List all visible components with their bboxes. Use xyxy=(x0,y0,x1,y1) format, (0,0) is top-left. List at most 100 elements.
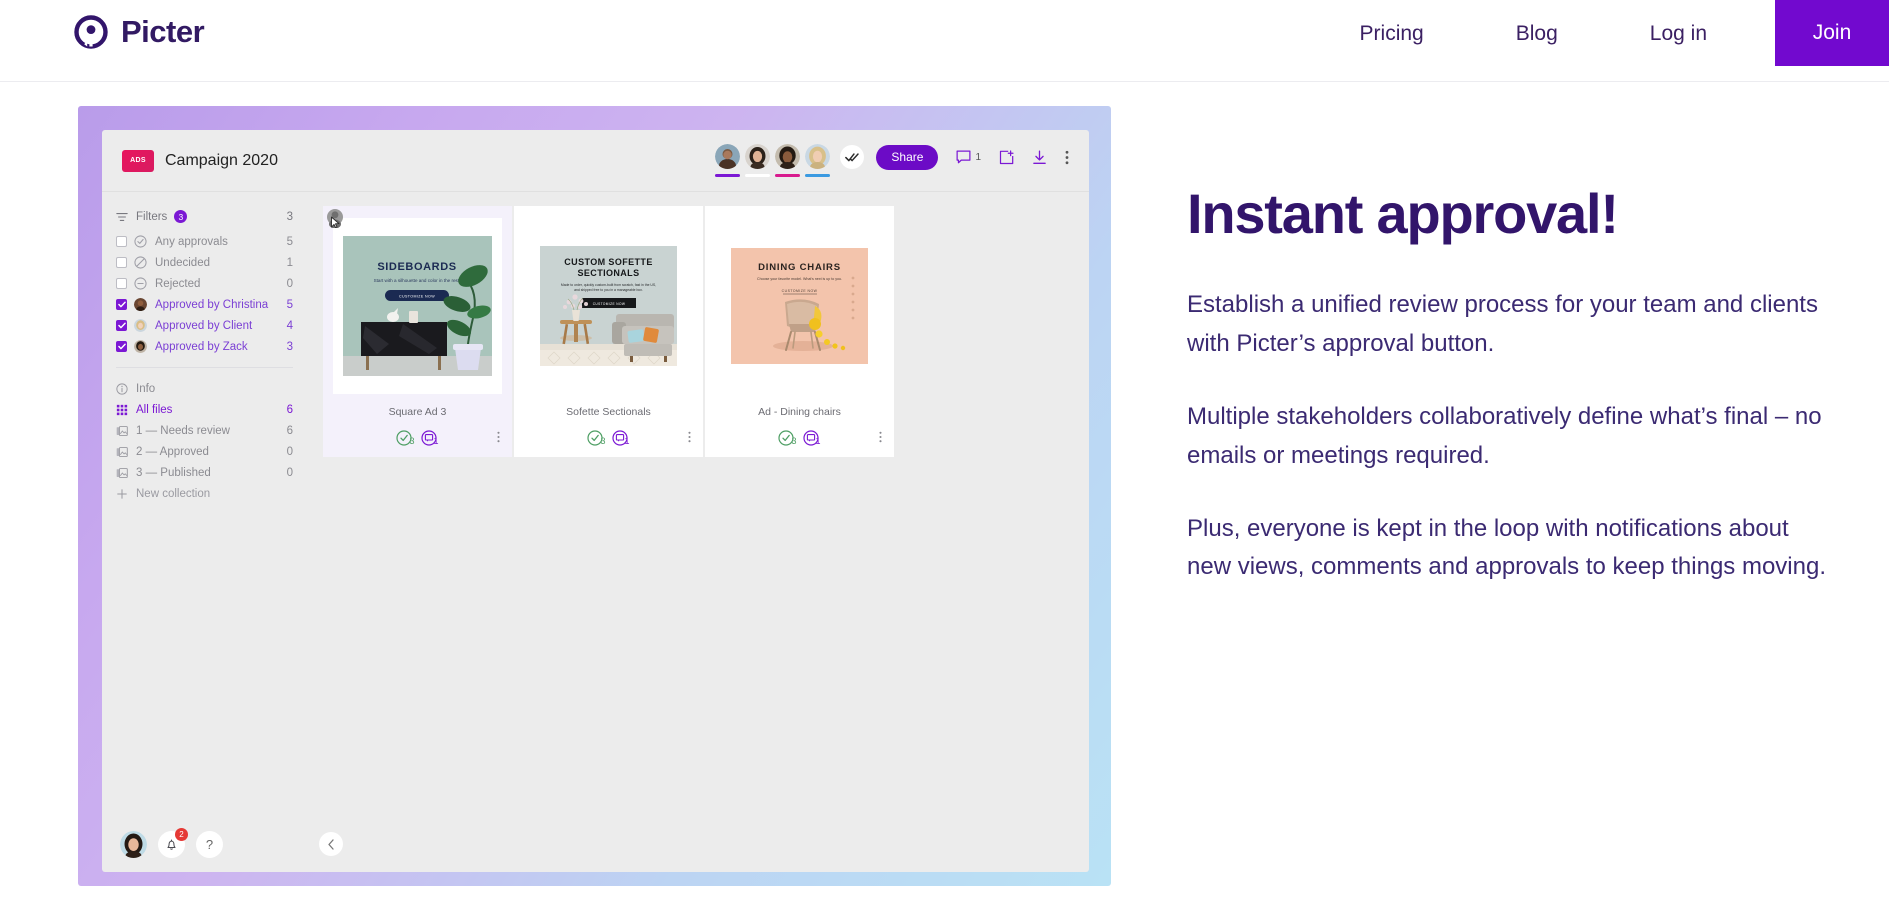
filters-header[interactable]: Filters 3 3 xyxy=(116,206,293,227)
check-icon xyxy=(117,301,126,308)
check-icon xyxy=(117,343,126,350)
cursor-icon xyxy=(327,209,343,228)
approve-all-button[interactable] xyxy=(840,145,865,169)
asset-card[interactable]: DINING CHAIRS Choose your favorite model… xyxy=(705,206,894,457)
collaborator-avatar-1[interactable] xyxy=(715,144,741,177)
approval-status[interactable]: 3 xyxy=(778,430,797,446)
picter-circle-logo-icon xyxy=(74,15,108,49)
collaborator-avatar-2[interactable] xyxy=(745,144,771,177)
filters-badge: 3 xyxy=(174,210,188,223)
filter-approved-by-client[interactable]: Approved by Client 4 xyxy=(116,315,293,336)
nav-link-pricing[interactable]: Pricing xyxy=(1360,0,1424,68)
sidebar-divider xyxy=(116,367,293,368)
check-circle-icon xyxy=(134,235,147,248)
feature-paragraph-3: Plus, everyone is kept in the loop with … xyxy=(1187,514,1826,581)
collection-label: 3 — Published xyxy=(136,466,211,479)
filter-undecided[interactable]: Undecided 1 xyxy=(116,252,293,273)
comment-count: 1 xyxy=(815,436,821,446)
collaborator-avatar-4[interactable] xyxy=(805,144,831,177)
info-icon xyxy=(116,382,128,395)
card-more-button[interactable] xyxy=(497,430,500,449)
minus-circle-icon xyxy=(134,277,147,290)
asset-caption: Square Ad 3 xyxy=(388,406,447,418)
filter-label: Approved by Christina xyxy=(155,298,269,311)
svg-text:and shipped free to you in a m: and shipped free to you in a manageable … xyxy=(574,288,643,292)
approval-status[interactable]: 3 xyxy=(587,430,606,446)
bell-icon xyxy=(167,839,176,850)
collection-icon xyxy=(116,425,128,436)
approval-count: 3 xyxy=(791,436,797,446)
checkbox-checked[interactable] xyxy=(116,320,127,331)
project-title: Campaign 2020 xyxy=(165,151,278,169)
filter-label: Approved by Client xyxy=(155,319,253,332)
current-user-avatar[interactable] xyxy=(120,830,147,858)
new-collection-label: New collection xyxy=(136,487,211,500)
comments-button[interactable]: 1 xyxy=(956,150,981,165)
asset-card[interactable]: SIDEBOARDS Start with a silhouette and c… xyxy=(323,206,512,457)
comment-status[interactable]: 1 xyxy=(611,430,630,446)
filter-approved-by-christina[interactable]: Approved by Christina 5 xyxy=(116,294,293,315)
checkbox-unchecked[interactable] xyxy=(116,278,127,289)
sidebar-item-all-files[interactable]: All files 6 xyxy=(116,399,293,420)
ad-subtext: Start with a silhouette and color in the… xyxy=(374,278,461,283)
feature-copy: Instant approval! Establish a unified re… xyxy=(1187,106,1827,886)
nav-link-blog[interactable]: Blog xyxy=(1516,0,1558,68)
collapse-sidebar-button[interactable] xyxy=(319,832,343,856)
sidebar-item-info[interactable]: Info xyxy=(116,378,293,399)
more-icon xyxy=(1065,150,1069,164)
download-button[interactable] xyxy=(1032,149,1047,165)
notifications-button[interactable]: 2 xyxy=(158,827,188,858)
page-title: Instant approval! xyxy=(1187,182,1619,245)
sidebar-collection-published[interactable]: 3 — Published 0 xyxy=(116,462,293,483)
comment-status[interactable]: 1 xyxy=(802,430,821,446)
picter-app-mockup: ADS Campaign 2020 Share 1 Filters 3 3 An… xyxy=(102,130,1089,872)
checkbox-unchecked[interactable] xyxy=(116,257,127,268)
filter-rejected[interactable]: Rejected 0 xyxy=(116,273,293,294)
filters-section: Filters 3 3 Any approvals 5 Undecided 1 … xyxy=(102,206,307,357)
brand-name: Picter xyxy=(121,14,205,49)
nav-link-login[interactable]: Log in xyxy=(1650,0,1707,68)
join-button[interactable]: Join xyxy=(1775,0,1889,66)
collection-icon xyxy=(116,446,128,457)
asset-card[interactable]: CUSTOM SOFETTE SECTIONALS Made to order,… xyxy=(514,206,703,457)
card-more-button[interactable] xyxy=(688,430,691,449)
asset-thumbnail: SIDEBOARDS Start with a silhouette and c… xyxy=(333,218,502,394)
filter-label: Approved by Zack xyxy=(155,340,248,353)
checkbox-checked[interactable] xyxy=(116,341,127,352)
chevron-left-icon xyxy=(328,838,334,850)
share-button[interactable]: Share xyxy=(876,144,939,170)
filter-label: Rejected xyxy=(155,277,201,290)
help-button[interactable]: ? xyxy=(196,830,223,858)
brand-logo[interactable]: Picter xyxy=(74,14,205,50)
sidebar-collection-approved[interactable]: 2 — Approved 0 xyxy=(116,441,293,462)
svg-text:Made to order, quickly custom-: Made to order, quickly custom-built from… xyxy=(561,283,656,287)
comment-status[interactable]: 1 xyxy=(420,430,439,446)
top-navigation: Picter Pricing Blog Log in Join xyxy=(0,0,1889,82)
more-icon xyxy=(497,431,500,443)
filter-approved-by-zack[interactable]: Approved by Zack 3 xyxy=(116,336,293,357)
app-header: ADS Campaign 2020 Share 1 xyxy=(102,130,1089,192)
collection-count: 0 xyxy=(286,445,293,458)
filter-count: 5 xyxy=(286,235,293,248)
approval-count: 3 xyxy=(600,436,606,446)
checkbox-unchecked[interactable] xyxy=(116,236,127,247)
collection-label: 1 — Needs review xyxy=(136,424,230,437)
collection-icon xyxy=(116,467,128,478)
collaborator-avatar-3[interactable] xyxy=(775,144,801,177)
new-collection-button[interactable]: New collection xyxy=(116,483,293,504)
more-options-button[interactable] xyxy=(1065,150,1069,165)
feature-paragraph-1: Establish a unified review process for y… xyxy=(1187,291,1818,357)
plus-icon xyxy=(117,488,127,499)
card-more-button[interactable] xyxy=(879,430,882,449)
asset-caption: Ad - Dining chairs xyxy=(758,406,841,418)
filters-total-count: 3 xyxy=(286,210,293,223)
filter-label: Undecided xyxy=(155,256,210,269)
nav-links: Pricing Blog Log in Join xyxy=(1314,0,1889,70)
filter-any-approvals[interactable]: Any approvals 5 xyxy=(116,231,293,252)
more-icon xyxy=(879,431,882,443)
checkbox-checked[interactable] xyxy=(116,299,127,310)
sidebar-collection-needs-review[interactable]: 1 — Needs review 6 xyxy=(116,420,293,441)
avatar xyxy=(134,298,147,311)
approval-status[interactable]: 3 xyxy=(396,430,415,446)
upload-button[interactable] xyxy=(999,149,1014,165)
